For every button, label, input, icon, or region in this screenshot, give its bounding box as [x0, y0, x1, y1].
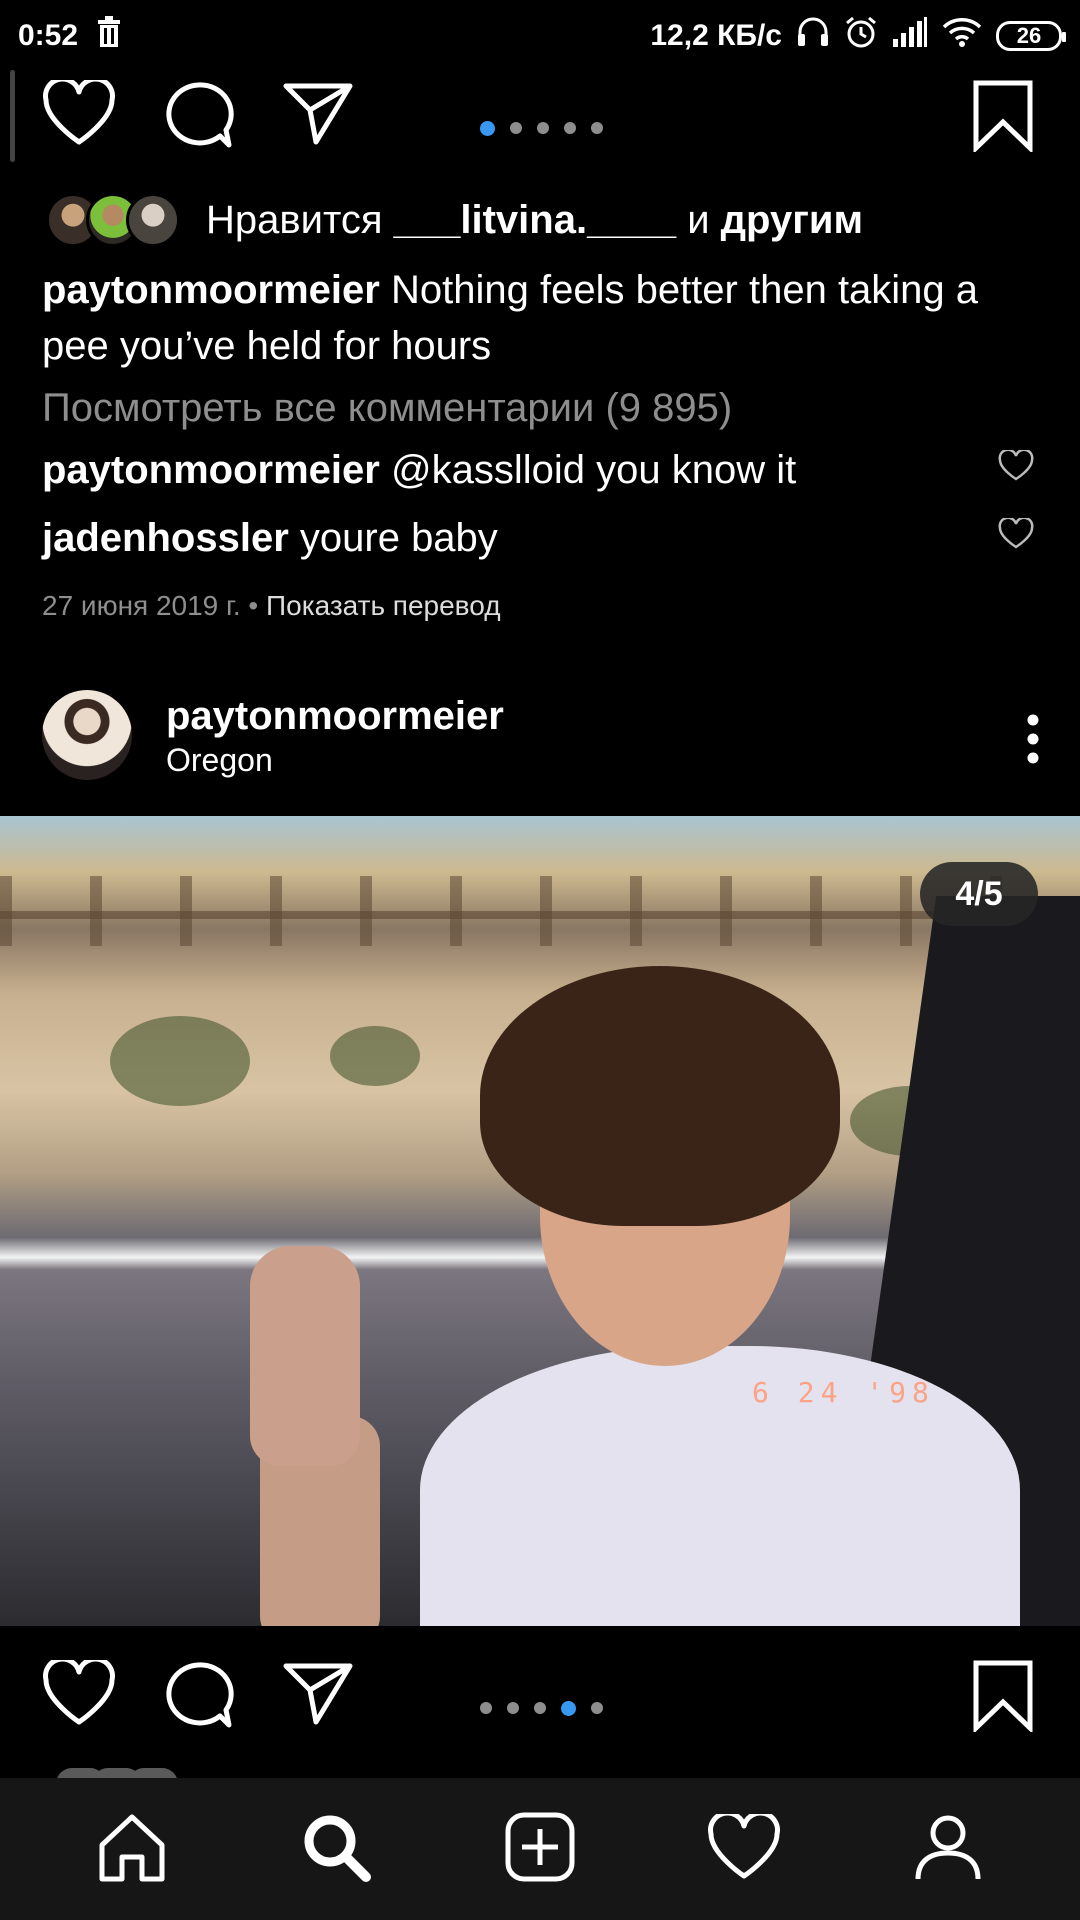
likes-prefix: Нравится: [206, 197, 383, 242]
nav-profile[interactable]: [898, 1799, 998, 1899]
status-bar: 0:52 12,2 КБ/с 26: [0, 0, 1080, 72]
likes-others-link[interactable]: другим: [721, 198, 863, 242]
carousel-dot: [564, 122, 576, 134]
post-location[interactable]: Oregon: [166, 742, 273, 779]
date-separator: •: [248, 590, 259, 621]
comment-icon[interactable]: [162, 1660, 234, 1735]
photo-fence-rail: [0, 911, 1080, 919]
likes-summary[interactable]: Нравится ___litvina.____ и другим: [46, 190, 863, 250]
trash-notification-icon: [96, 16, 122, 56]
carousel-dot: [591, 122, 603, 134]
likes-text: Нравится ___litvina.____ и другим: [206, 198, 863, 243]
carousel-indicator-top: [480, 121, 603, 136]
carousel-dot: [480, 121, 495, 136]
carousel-dot: [561, 1701, 576, 1716]
bottom-navigation: [0, 1778, 1080, 1920]
search-icon: [300, 1811, 372, 1888]
more-vertical-icon[interactable]: [1026, 714, 1040, 769]
heart-icon[interactable]: [42, 76, 116, 151]
photo-date-stamp: 6 24 '98: [752, 1376, 935, 1409]
likes-user-link[interactable]: ___litvina.____: [394, 198, 676, 242]
carousel-dot: [537, 122, 549, 134]
wifi-icon: [942, 16, 982, 56]
add-icon: [504, 1811, 576, 1888]
avatar[interactable]: [42, 690, 132, 780]
caption-username[interactable]: paytonmoormeier: [42, 268, 380, 312]
post-username[interactable]: paytonmoormeier: [166, 694, 504, 739]
send-icon[interactable]: [282, 1660, 354, 1731]
photo-counter-badge: 4/5: [920, 862, 1038, 926]
avatar: [126, 193, 180, 247]
carousel-dot: [591, 1702, 603, 1714]
nav-search[interactable]: [286, 1799, 386, 1899]
carousel-dot: [507, 1702, 519, 1714]
comment-text: youre baby: [299, 516, 498, 560]
photo-hair: [480, 966, 840, 1226]
nav-home[interactable]: [82, 1799, 182, 1899]
post-action-bar-bottom: [0, 1656, 1080, 1760]
nav-activity[interactable]: [694, 1799, 794, 1899]
comment-heart-icon[interactable]: [998, 448, 1034, 487]
send-icon[interactable]: [282, 80, 354, 151]
carousel-indicator-bottom: [480, 1701, 603, 1716]
headphones-icon: [796, 16, 830, 56]
post-date: 27 июня 2019 г.: [42, 590, 241, 621]
home-icon: [96, 1811, 168, 1888]
comment-icon[interactable]: [162, 80, 234, 155]
signal-icon: [892, 17, 928, 55]
carousel-dot: [534, 1702, 546, 1714]
network-speed: 12,2 КБ/с: [650, 19, 782, 52]
photo-hand: [250, 1246, 360, 1466]
post-action-bar-top: [0, 76, 1080, 180]
alarm-icon: [844, 15, 878, 57]
post-photo[interactable]: 6 24 '98: [0, 816, 1080, 1626]
carousel-dot: [510, 122, 522, 134]
bookmark-icon[interactable]: [972, 1660, 1034, 1737]
post-header: paytonmoormeier Oregon: [0, 690, 1080, 786]
view-all-comments-link[interactable]: Посмотреть все комментарии (9 895): [42, 386, 732, 431]
likes-connector: и: [687, 197, 710, 242]
photo-bush: [330, 1026, 420, 1086]
post-caption: paytonmoormeier Nothing feels better the…: [42, 262, 1042, 374]
post-date-row: 27 июня 2019 г. • Показать перевод: [42, 590, 501, 622]
comment-username[interactable]: paytonmoormeier: [42, 448, 380, 492]
photo-bush: [110, 1016, 250, 1106]
battery-indicator: 26: [996, 21, 1066, 51]
comment-item: paytonmoormeier @kasslloid you know it: [42, 448, 1042, 493]
status-time: 0:52: [18, 19, 79, 52]
comment-item: jadenhossler youre baby: [42, 516, 1042, 561]
carousel-dot: [480, 1702, 492, 1714]
liker-avatars: [46, 193, 180, 247]
heart-icon[interactable]: [42, 1656, 116, 1731]
show-translation-link[interactable]: Показать перевод: [266, 590, 501, 621]
profile-icon: [912, 1811, 984, 1888]
comment-heart-icon[interactable]: [998, 516, 1034, 555]
comment-username[interactable]: jadenhossler: [42, 516, 289, 560]
comment-text: @kasslloid you know it: [390, 448, 797, 492]
activity-heart-icon: [707, 1810, 781, 1885]
nav-create[interactable]: [490, 1799, 590, 1899]
bookmark-icon[interactable]: [972, 80, 1034, 157]
